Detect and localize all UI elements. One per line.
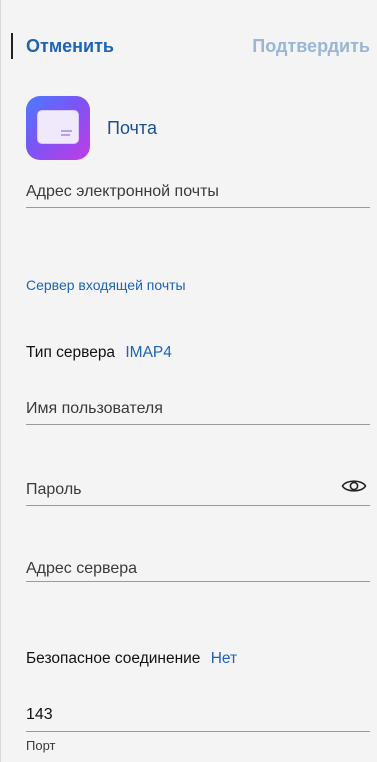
server-address-field-underline [26,581,370,582]
port-field-label: Порт [26,738,56,753]
email-field[interactable]: Адрес электронной почты [26,183,370,208]
secure-connection-label: Безопасное соединение [26,650,201,667]
port-field-underline [26,731,370,732]
cancel-button[interactable]: Отменить [26,36,114,57]
port-input[interactable]: 143 [26,706,53,724]
top-bar: Отменить Подтвердить [0,0,377,92]
show-password-eye-icon[interactable] [341,476,367,496]
username-field-label: Имя пользователя [26,400,163,417]
confirm-button[interactable]: Подтвердить [252,36,370,57]
password-field[interactable]: Пароль [26,481,370,506]
incoming-server-section-title: Сервер входящей почты [26,277,186,293]
username-field[interactable]: Имя пользователя [26,400,370,425]
password-field-underline [26,505,370,506]
secure-connection-row[interactable]: Безопасное соединение Нет [26,650,237,668]
server-type-value[interactable]: IMAP4 [125,344,172,361]
server-type-label: Тип сервера [26,344,116,361]
server-type-row[interactable]: Тип сервера IMAP4 [26,344,172,362]
email-field-label: Адрес электронной почты [26,183,219,200]
app-name: Почта [107,118,157,138]
mail-app-icon [26,96,90,160]
secure-connection-value[interactable]: Нет [211,650,237,667]
password-field-label: Пароль [26,481,82,498]
email-field-underline [26,207,370,208]
username-field-underline [26,424,370,425]
server-address-field[interactable]: Адрес сервера [26,560,370,582]
window-edge [0,0,1,762]
envelope-icon [37,110,79,144]
server-address-field-label: Адрес сервера [26,560,138,577]
